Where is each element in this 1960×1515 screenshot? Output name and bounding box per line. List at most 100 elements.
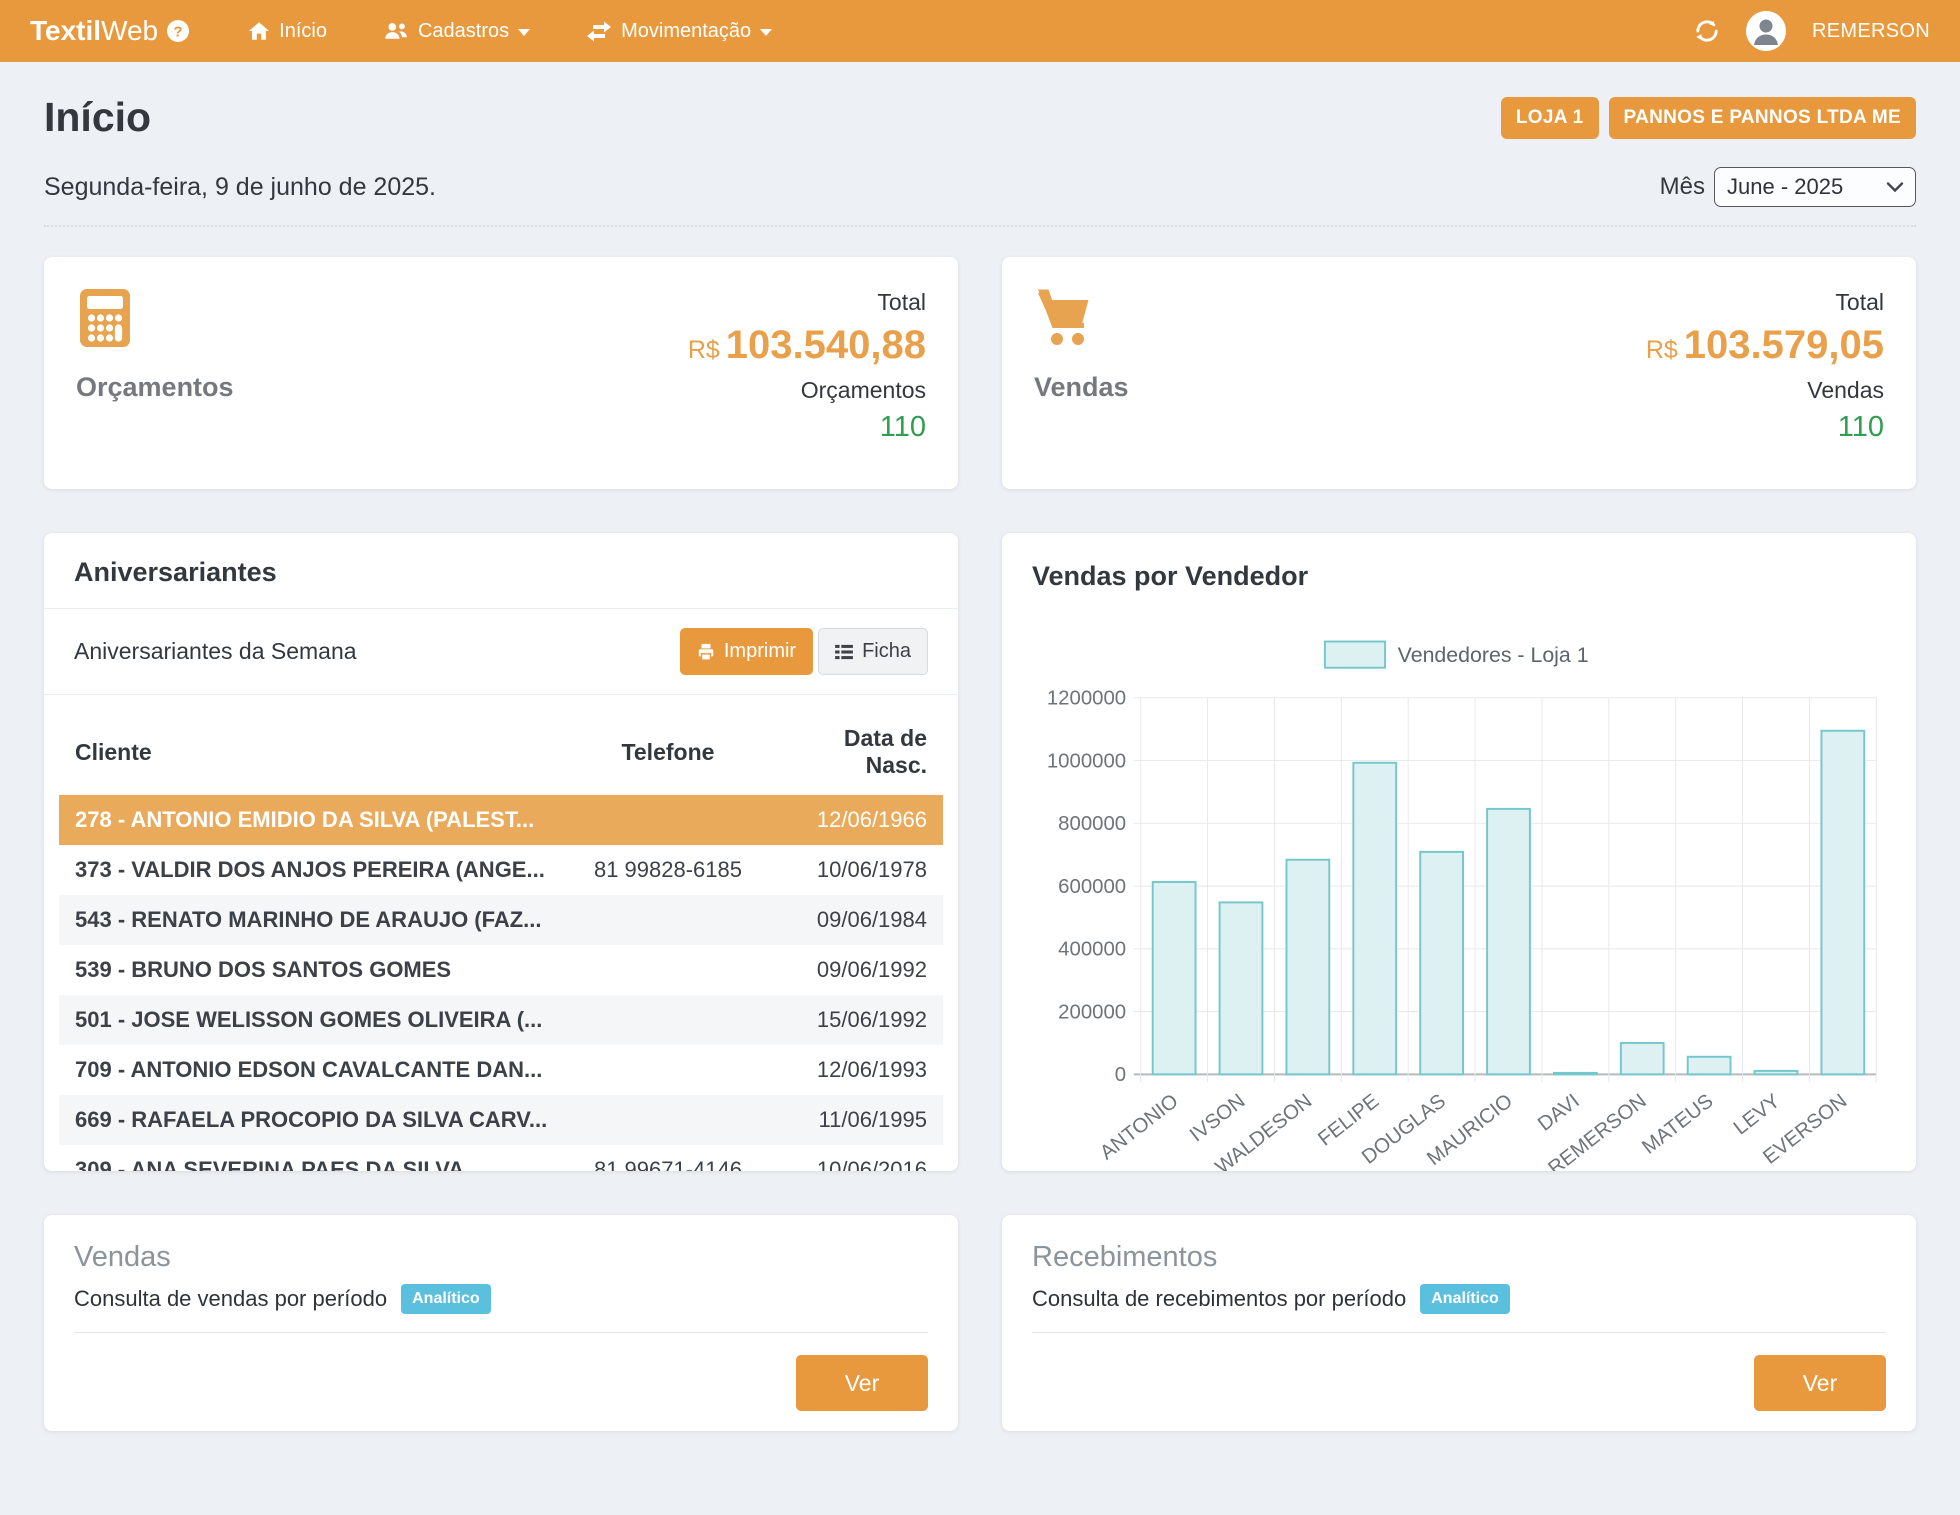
svg-text:Vendedores - Loja 1: Vendedores - Loja 1 bbox=[1398, 643, 1589, 667]
birthdays-subtitle: Aniversariantes da Semana bbox=[74, 638, 357, 665]
exchange-icon bbox=[586, 20, 612, 42]
birthdate-cell: 11/06/1995 bbox=[773, 1095, 943, 1145]
page-title: Início bbox=[44, 94, 151, 141]
brand-logo[interactable]: TextilWeb ? bbox=[30, 15, 190, 47]
summary-card-name: Vendas bbox=[1034, 372, 1129, 403]
print-button-label: Imprimir bbox=[724, 640, 796, 663]
currency-symbol: R$ bbox=[1646, 336, 1678, 364]
column-header-telefone: Telefone bbox=[563, 711, 772, 795]
svg-text:200000: 200000 bbox=[1058, 1001, 1126, 1023]
month-select[interactable]: June - 2025 bbox=[1714, 167, 1916, 207]
sales-chart: Vendedores - Loja 1020000040000060000080… bbox=[1032, 626, 1886, 1171]
svg-text:800000: 800000 bbox=[1058, 813, 1126, 835]
client-cell: 501 - JOSE WELISSON GOMES OLIVEIRA (... bbox=[59, 995, 563, 1045]
ver-vendas-button[interactable]: Ver bbox=[796, 1355, 928, 1411]
nav-label: Cadastros bbox=[418, 20, 509, 43]
phone-cell: 81 99671-4146 bbox=[563, 1145, 772, 1171]
summary-card-name: Orçamentos bbox=[76, 372, 234, 403]
birthdays-tbody: 278 - ANTONIO EMIDIO DA SILVA (PALEST...… bbox=[59, 795, 943, 1171]
action-card-subtitle: Consulta de vendas por período bbox=[74, 1286, 387, 1312]
sales-by-seller-card: Vendas por Vendedor Vendedores - Loja 1 0… bbox=[1002, 533, 1916, 1171]
analitico-badge: Analítico bbox=[1420, 1284, 1510, 1314]
action-card-title: Vendas bbox=[74, 1241, 928, 1274]
count-label: Vendas bbox=[1646, 377, 1884, 404]
cart-icon bbox=[1034, 287, 1129, 354]
phone-cell bbox=[563, 1045, 772, 1095]
phone-cell bbox=[563, 1095, 772, 1145]
total-amount: 103.540,88 bbox=[726, 323, 926, 367]
nav-label: Movimentação bbox=[621, 20, 751, 43]
sales-report-card: Vendas Consulta de vendas por período An… bbox=[44, 1215, 958, 1431]
count-value: 110 bbox=[688, 411, 926, 444]
store-badges: LOJA 1 PANNOS E PANNOS LTDA ME bbox=[1501, 97, 1916, 139]
table-row[interactable]: 669 - RAFAELA PROCOPIO DA SILVA CARV... … bbox=[59, 1095, 943, 1145]
total-amount: 103.579,05 bbox=[1684, 323, 1884, 367]
store-badge-loja: LOJA 1 bbox=[1501, 97, 1599, 139]
print-button[interactable]: Imprimir bbox=[680, 628, 813, 675]
main-menu: Início Cadastros Movimentação bbox=[248, 20, 772, 43]
navbar: TextilWeb ? Início Cadastros Movimentaçã… bbox=[0, 0, 1960, 62]
table-row[interactable]: 709 - ANTONIO EDSON CAVALCANTE DAN... 12… bbox=[59, 1045, 943, 1095]
chevron-down-icon bbox=[760, 29, 772, 36]
column-header-data-nasc: Data de Nasc. bbox=[773, 711, 943, 795]
svg-text:600000: 600000 bbox=[1058, 876, 1126, 898]
svg-text:?: ? bbox=[174, 24, 183, 41]
table-row[interactable]: 309 - ANA SEVERINA PAES DA SILVA 81 9967… bbox=[59, 1145, 943, 1171]
chevron-down-icon bbox=[1886, 181, 1904, 193]
svg-text:ANTONIO: ANTONIO bbox=[1096, 1090, 1182, 1164]
user-name[interactable]: REMERSON bbox=[1812, 20, 1930, 43]
client-cell: 539 - BRUNO DOS SANTOS GOMES bbox=[59, 945, 563, 995]
phone-cell bbox=[563, 945, 772, 995]
svg-text:DAVI: DAVI bbox=[1534, 1090, 1584, 1136]
birthdate-cell: 09/06/1984 bbox=[773, 895, 943, 945]
birthdays-table: Cliente Telefone Data de Nasc. 278 - ANT… bbox=[59, 711, 943, 1171]
client-cell: 373 - VALDIR DOS ANJOS PEREIRA (ANGE... bbox=[59, 845, 563, 895]
ver-recebimentos-button[interactable]: Ver bbox=[1754, 1355, 1886, 1411]
brand-bold: Textil bbox=[30, 15, 101, 46]
brand-light: Web bbox=[101, 15, 158, 46]
table-row[interactable]: 501 - JOSE WELISSON GOMES OLIVEIRA (... … bbox=[59, 995, 943, 1045]
birthdays-card: Aniversariantes Aniversariantes da Seman… bbox=[44, 533, 958, 1171]
month-select-value: June - 2025 bbox=[1727, 174, 1843, 200]
nav-item-cadastros[interactable]: Cadastros bbox=[383, 20, 530, 43]
chevron-down-icon bbox=[518, 29, 530, 36]
count-label: Orçamentos bbox=[688, 377, 926, 404]
budgets-summary-card: Orçamentos Total R$103.540,88 Orçamentos… bbox=[44, 257, 958, 489]
month-filter-label: Mês bbox=[1660, 173, 1705, 201]
table-row[interactable]: 278 - ANTONIO EMIDIO DA SILVA (PALEST...… bbox=[59, 795, 943, 845]
svg-text:MATEUS: MATEUS bbox=[1638, 1090, 1717, 1159]
client-cell: 709 - ANTONIO EDSON CAVALCANTE DAN... bbox=[59, 1045, 563, 1095]
currency-symbol: R$ bbox=[688, 336, 720, 364]
ficha-button-label: Ficha bbox=[862, 640, 911, 663]
phone-cell bbox=[563, 995, 772, 1045]
svg-text:1200000: 1200000 bbox=[1047, 688, 1126, 710]
receipts-report-card: Recebimentos Consulta de recebimentos po… bbox=[1002, 1215, 1916, 1431]
phone-cell: 81 99828-6185 bbox=[563, 845, 772, 895]
table-row[interactable]: 543 - RENATO MARINHO DE ARAUJO (FAZ... 0… bbox=[59, 895, 943, 945]
avatar[interactable] bbox=[1746, 11, 1786, 51]
birthdate-cell: 10/06/1978 bbox=[773, 845, 943, 895]
analitico-badge: Analítico bbox=[401, 1284, 491, 1314]
chart-title: Vendas por Vendedor bbox=[1032, 561, 1886, 592]
nav-label: Início bbox=[279, 20, 327, 43]
nav-item-inicio[interactable]: Início bbox=[248, 20, 327, 43]
nav-item-movimentacao[interactable]: Movimentação bbox=[586, 20, 772, 43]
client-cell: 278 - ANTONIO EMIDIO DA SILVA (PALEST... bbox=[59, 795, 563, 845]
total-label: Total bbox=[1646, 289, 1884, 316]
column-header-cliente: Cliente bbox=[59, 711, 563, 795]
svg-text:0: 0 bbox=[1115, 1064, 1126, 1086]
list-icon bbox=[835, 644, 853, 660]
birthdate-cell: 15/06/1992 bbox=[773, 995, 943, 1045]
table-row[interactable]: 373 - VALDIR DOS ANJOS PEREIRA (ANGE... … bbox=[59, 845, 943, 895]
count-value: 110 bbox=[1646, 411, 1884, 444]
birthdate-cell: 10/06/2016 bbox=[773, 1145, 943, 1171]
phone-cell bbox=[563, 795, 772, 845]
phone-cell bbox=[563, 895, 772, 945]
total-label: Total bbox=[688, 289, 926, 316]
ficha-button[interactable]: Ficha bbox=[818, 628, 928, 675]
refresh-icon[interactable] bbox=[1694, 18, 1720, 44]
birthdate-cell: 09/06/1992 bbox=[773, 945, 943, 995]
home-icon bbox=[248, 20, 270, 42]
table-row[interactable]: 539 - BRUNO DOS SANTOS GOMES 09/06/1992 bbox=[59, 945, 943, 995]
help-icon[interactable]: ? bbox=[166, 19, 190, 43]
